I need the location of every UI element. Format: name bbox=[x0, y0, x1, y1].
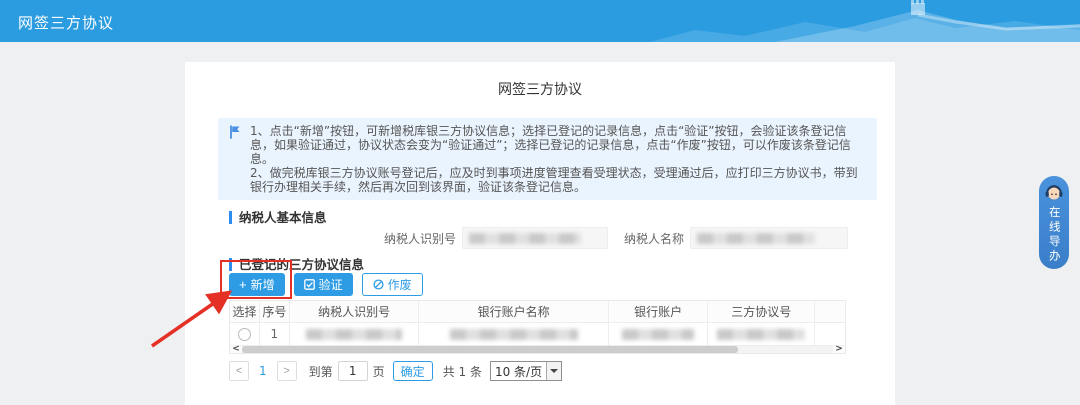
col-clipped bbox=[815, 301, 845, 322]
dropdown-arrow-icon bbox=[546, 362, 561, 380]
section-title-taxpayer-info: 纳税人基本信息 bbox=[229, 211, 895, 224]
table-row: 1 bbox=[230, 322, 845, 345]
page-title: 网签三方协议 bbox=[185, 82, 895, 98]
taxpayer-id-value bbox=[462, 227, 608, 249]
invalidate-button[interactable]: 作废 bbox=[362, 273, 423, 296]
row-index-cell: 1 bbox=[260, 323, 290, 345]
prev-page-button[interactable]: < bbox=[229, 361, 249, 381]
app-header-title: 网签三方协议 bbox=[18, 12, 114, 33]
online-guide-label: 在线导办 bbox=[1048, 206, 1060, 264]
row-agreement-no-cell bbox=[708, 323, 815, 345]
add-button-wrap: + 新增 bbox=[229, 273, 285, 296]
col-taxpayer-id: 纳税人识别号 bbox=[290, 301, 420, 322]
col-bank-account: 银行账户 bbox=[609, 301, 709, 322]
taxpayer-info-form: 纳税人识别号 纳税人名称 bbox=[229, 227, 895, 249]
notice-item-2: 2、做完税库银三方协议账号登记后，应及时到事项进度管理查看受理状态，受理通过后，… bbox=[250, 166, 867, 194]
page: 网签三方协议 网签三方协议 1、点击“新增”按钮，可新增税库银三方协议信息；选择… bbox=[0, 0, 1080, 405]
col-select: 选择 bbox=[230, 301, 260, 322]
taxpayer-id-label: 纳税人识别号 bbox=[229, 230, 462, 247]
redacted-value bbox=[469, 233, 581, 244]
current-page[interactable]: 1 bbox=[259, 364, 267, 378]
redacted-value bbox=[306, 329, 402, 340]
verify-button-label: 验证 bbox=[319, 276, 343, 293]
notice-text: 1、点击“新增”按钮，可新增税库银三方协议信息；选择已登记的记录信息，点击“验证… bbox=[250, 124, 867, 194]
redacted-value bbox=[697, 233, 815, 244]
total-count: 共 1 条 bbox=[443, 363, 482, 380]
row-select-cell bbox=[230, 323, 260, 345]
customer-service-icon bbox=[1044, 182, 1064, 202]
confirm-page-button[interactable]: 确定 bbox=[393, 361, 433, 381]
row-taxpayer-id-cell bbox=[290, 323, 420, 345]
scroll-left-icon[interactable]: < bbox=[230, 345, 242, 354]
online-guide-tab[interactable]: 在线导办 bbox=[1039, 176, 1069, 269]
check-box-icon bbox=[304, 279, 315, 290]
invalidate-button-label: 作废 bbox=[388, 276, 412, 293]
plus-icon: + bbox=[239, 278, 247, 291]
goto-page-input[interactable] bbox=[338, 361, 368, 381]
page-size-select[interactable]: 10 条/页 bbox=[490, 361, 562, 381]
redacted-value bbox=[622, 329, 694, 340]
app-header: 网签三方协议 bbox=[0, 0, 1080, 42]
flag-icon bbox=[228, 125, 242, 139]
row-radio[interactable] bbox=[238, 328, 251, 341]
row-bank-account-cell bbox=[609, 323, 709, 345]
notice-item-1: 1、点击“新增”按钮，可新增税库银三方协议信息；选择已登记的记录信息，点击“验证… bbox=[250, 124, 867, 166]
table-header-row: 选择 序号 纳税人识别号 银行账户名称 银行账户 三方协议号 bbox=[230, 301, 845, 322]
goto-page-label: 到第 bbox=[309, 363, 333, 380]
col-agreement-no: 三方协议号 bbox=[708, 301, 815, 322]
col-index: 序号 bbox=[260, 301, 290, 322]
pagination: < 1 > 到第 页 确定 共 1 条 10 条/页 bbox=[229, 361, 895, 381]
notice-box: 1、点击“新增”按钮，可新增税库银三方协议信息；选择已登记的记录信息，点击“验证… bbox=[218, 118, 877, 200]
scroll-right-icon[interactable]: > bbox=[833, 345, 845, 354]
add-button[interactable]: + 新增 bbox=[229, 273, 285, 296]
taxpayer-name-label: 纳税人名称 bbox=[618, 230, 690, 247]
verify-button[interactable]: 验证 bbox=[294, 273, 353, 296]
taxpayer-name-value bbox=[690, 227, 848, 249]
main-panel: 网签三方协议 1、点击“新增”按钮，可新增税库银三方协议信息；选择已登记的记录信… bbox=[185, 62, 895, 405]
horizontal-scrollbar[interactable]: < > bbox=[229, 345, 846, 354]
void-icon bbox=[373, 279, 384, 290]
row-bank-account-name-cell bbox=[419, 323, 608, 345]
page-size-value: 10 条/页 bbox=[491, 363, 546, 380]
section-title-registered-agreements: 已登记的三方协议信息 bbox=[229, 258, 895, 271]
col-bank-account-name: 银行账户名称 bbox=[419, 301, 608, 322]
redacted-value bbox=[450, 329, 578, 340]
scrollbar-track[interactable] bbox=[242, 346, 833, 353]
add-button-label: 新增 bbox=[251, 276, 275, 293]
redacted-value bbox=[717, 329, 805, 340]
page-unit-label: 页 bbox=[373, 363, 385, 380]
next-page-button[interactable]: > bbox=[277, 361, 297, 381]
great-wall-decoration-icon bbox=[650, 0, 1080, 42]
scrollbar-thumb[interactable] bbox=[242, 346, 738, 353]
agreements-table: 选择 序号 纳税人识别号 银行账户名称 银行账户 三方协议号 1 bbox=[229, 300, 846, 345]
toolbar: + 新增 验证 作废 bbox=[229, 273, 895, 296]
row-clipped-cell bbox=[815, 323, 845, 345]
